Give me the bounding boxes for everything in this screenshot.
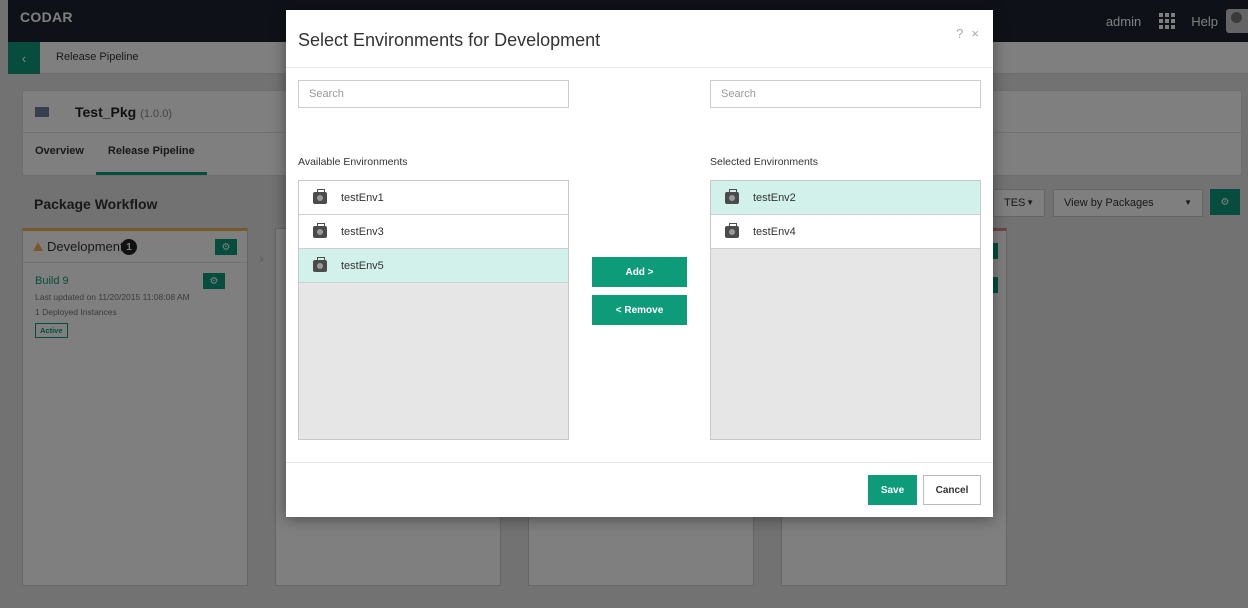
list-item-testenv1[interactable]: testEnv1 — [299, 181, 568, 215]
briefcase-icon — [725, 188, 739, 204]
env-name: testEnv5 — [341, 259, 384, 272]
remove-button[interactable]: < Remove — [592, 295, 687, 325]
env-name: testEnv1 — [341, 191, 384, 204]
available-search-input[interactable] — [298, 80, 569, 108]
divider — [286, 462, 993, 463]
selected-environments-list: testEnv2 testEnv4 — [710, 180, 981, 440]
dialog-title: Select Environments for Development — [298, 30, 601, 50]
available-environments-list: testEnv1 testEnv3 testEnv5 — [298, 180, 569, 440]
briefcase-icon — [725, 222, 739, 238]
env-name: testEnv3 — [341, 225, 384, 238]
available-label: Available Environments — [298, 156, 408, 168]
selected-search-input[interactable] — [710, 80, 981, 108]
divider — [286, 67, 993, 68]
add-button[interactable]: Add > — [592, 257, 687, 287]
env-name: testEnv4 — [753, 225, 796, 238]
selected-label: Selected Environments — [710, 156, 818, 168]
env-name: testEnv2 — [753, 191, 796, 204]
list-item-testenv5[interactable]: testEnv5 — [299, 249, 568, 283]
select-environments-dialog: Select Environments for Development ? × … — [286, 10, 993, 517]
list-item-testenv4[interactable]: testEnv4 — [711, 215, 980, 249]
list-item-testenv2[interactable]: testEnv2 — [711, 181, 980, 215]
help-icon[interactable]: ? — [956, 26, 963, 41]
dialog-tools: ? × — [956, 26, 979, 41]
save-button[interactable]: Save — [868, 475, 917, 505]
cancel-button[interactable]: Cancel — [923, 475, 981, 505]
briefcase-icon — [313, 256, 327, 272]
close-icon[interactable]: × — [971, 26, 979, 41]
briefcase-icon — [313, 188, 327, 204]
list-item-testenv3[interactable]: testEnv3 — [299, 215, 568, 249]
briefcase-icon — [313, 222, 327, 238]
